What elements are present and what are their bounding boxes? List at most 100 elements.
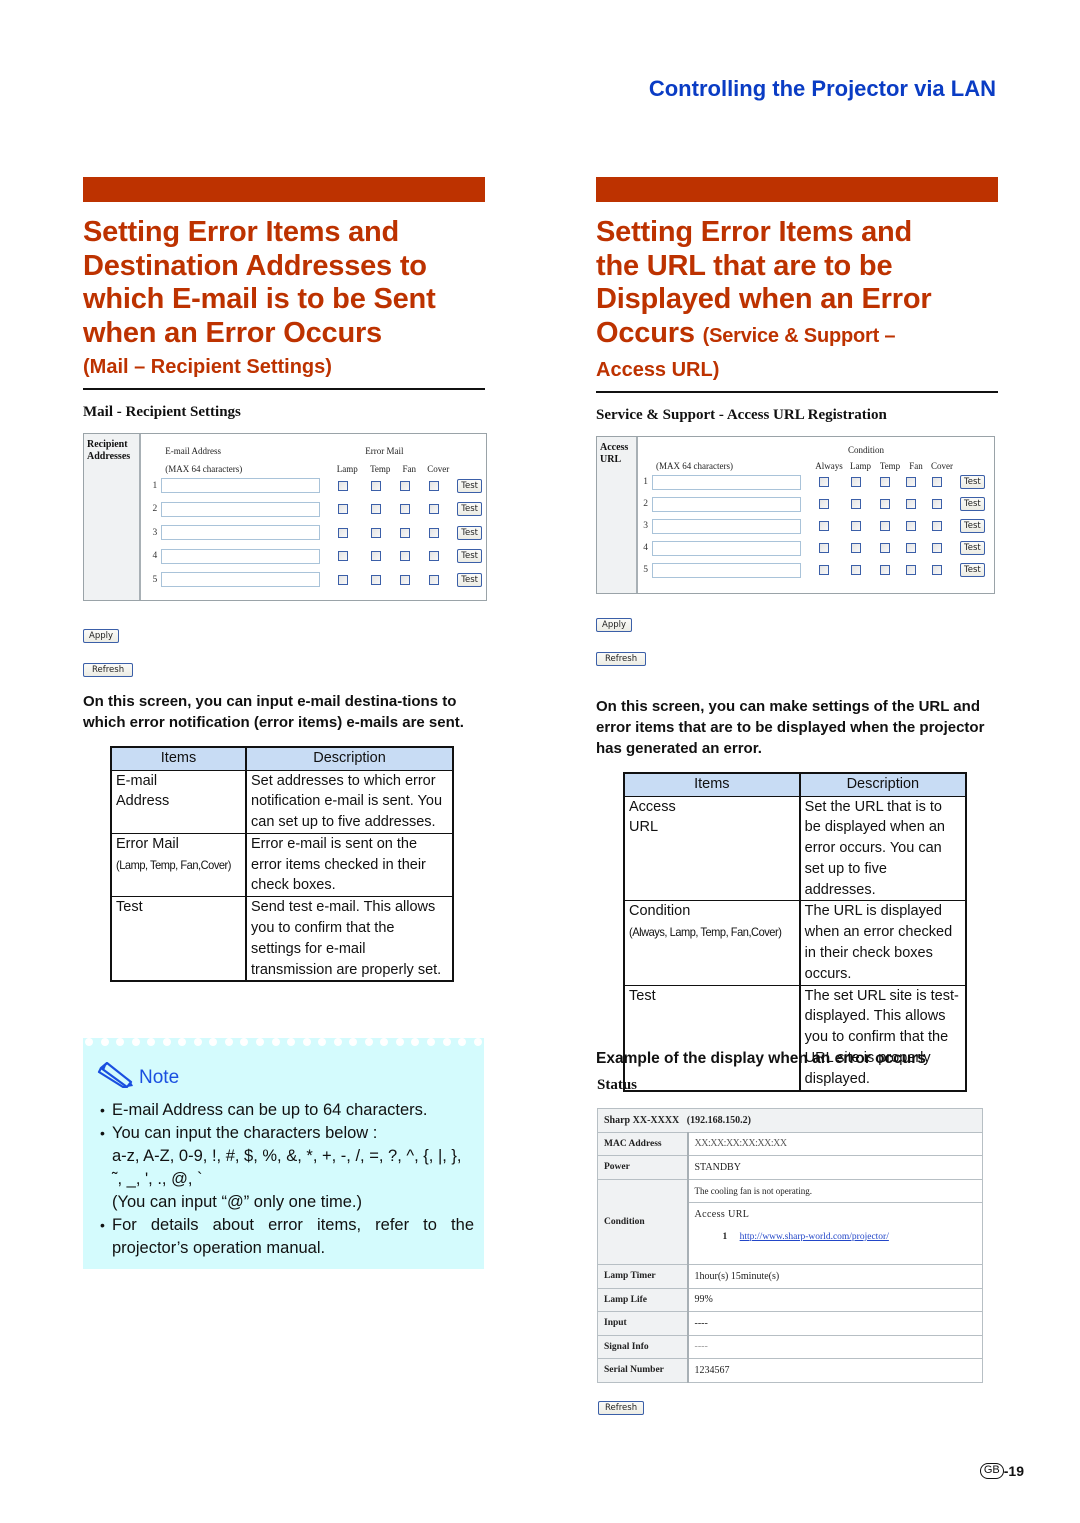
email-address-input[interactable] — [161, 478, 321, 494]
item-options: (Lamp, Temp, Fan,Cover) — [116, 857, 231, 872]
test-button[interactable]: Test — [960, 475, 985, 489]
checkbox-cover[interactable] — [429, 574, 440, 585]
col-temp-label: Temp — [370, 464, 391, 474]
status-row: Signal Info ---- — [597, 1334, 983, 1359]
access-url-input[interactable] — [652, 540, 801, 556]
checkbox-temp[interactable] — [880, 565, 890, 575]
checkbox-fan[interactable] — [400, 504, 411, 515]
test-button[interactable]: Test — [457, 525, 482, 540]
title-line: the URL that are to be — [596, 249, 893, 282]
checkbox-fan[interactable] — [906, 477, 916, 487]
checkbox-lamp[interactable] — [338, 480, 349, 491]
checkbox-lamp[interactable] — [338, 504, 349, 515]
checkbox-temp[interactable] — [371, 527, 382, 538]
checkbox-always[interactable] — [819, 521, 829, 531]
checkbox-lamp[interactable] — [850, 521, 861, 531]
row-number: 3 — [643, 521, 648, 531]
page-num: -19 — [1003, 1463, 1024, 1479]
email-address-input[interactable] — [161, 572, 321, 588]
checkbox-cell — [392, 574, 418, 585]
checkbox-temp[interactable] — [880, 543, 890, 553]
access-url-input[interactable] — [652, 562, 801, 578]
checkbox-cell — [841, 477, 870, 487]
checkbox-cell — [418, 480, 450, 491]
email-address-input[interactable] — [161, 548, 321, 564]
item-cell: Test — [110, 896, 247, 983]
checkbox-lamp[interactable] — [850, 499, 861, 509]
checkbox-temp[interactable] — [371, 551, 382, 562]
test-button[interactable]: Test — [960, 497, 985, 511]
apply-button[interactable]: Apply — [596, 618, 632, 632]
checkbox-temp[interactable] — [880, 499, 890, 509]
checkbox-cover[interactable] — [932, 477, 942, 487]
checkbox-cover[interactable] — [429, 480, 440, 491]
email-address-input[interactable] — [161, 525, 321, 541]
divider — [596, 391, 998, 393]
note-item: For details about error items, refer to … — [100, 1214, 474, 1260]
checkbox-temp[interactable] — [880, 521, 890, 531]
status-refresh-button[interactable]: Refresh — [598, 1401, 645, 1415]
access-url-input[interactable] — [652, 496, 801, 512]
checkbox-lamp[interactable] — [338, 574, 349, 585]
checkbox-lamp[interactable] — [338, 551, 349, 562]
test-button[interactable]: Test — [960, 541, 985, 555]
status-value: STANDBY — [687, 1155, 983, 1180]
checkbox-fan[interactable] — [906, 521, 916, 531]
col-cover-label: Cover — [427, 464, 450, 474]
checkbox-cover[interactable] — [932, 543, 942, 553]
checkbox-temp[interactable] — [371, 574, 382, 585]
web-form-heading: Service & Support - Access URL Registrat… — [596, 407, 887, 423]
checkbox-fan[interactable] — [400, 480, 411, 491]
note-item-at-once: (You can input “@” only one time.) — [112, 1193, 363, 1211]
refresh-button[interactable]: Refresh — [83, 663, 134, 677]
checkbox-cell — [418, 574, 450, 585]
checkbox-always[interactable] — [819, 543, 829, 553]
checkbox-lamp[interactable] — [850, 565, 861, 575]
test-button[interactable]: Test — [457, 478, 482, 493]
apply-button[interactable]: Apply — [83, 629, 119, 643]
checkbox-cover[interactable] — [932, 565, 942, 575]
checkbox-always[interactable] — [819, 565, 829, 575]
test-button[interactable]: Test — [457, 572, 482, 587]
checkbox-cover[interactable] — [429, 504, 440, 515]
access-url-input[interactable] — [652, 474, 801, 490]
item-name: Test — [629, 987, 656, 1004]
side-label-line: Addresses — [87, 451, 131, 462]
checkbox-cover[interactable] — [429, 527, 440, 538]
checkbox-fan[interactable] — [906, 543, 916, 553]
checkbox-temp[interactable] — [371, 504, 382, 515]
checkbox-fan[interactable] — [400, 551, 411, 562]
refresh-button[interactable]: Refresh — [596, 652, 647, 666]
test-button[interactable]: Test — [960, 519, 985, 533]
checkbox-fan[interactable] — [400, 574, 411, 585]
checkbox-lamp[interactable] — [850, 477, 861, 487]
refresh-row: Refresh — [596, 648, 998, 666]
test-button[interactable]: Test — [457, 502, 482, 517]
checkbox-cell — [841, 543, 870, 553]
subtitle-inline: (Service & Support – — [702, 324, 896, 347]
status-row: Lamp Life 99% — [597, 1287, 983, 1312]
checkbox-always[interactable] — [819, 477, 829, 487]
checkbox-temp[interactable] — [371, 480, 382, 491]
access-url-link[interactable]: http://www.sharp-world.com/projector/ — [740, 1232, 889, 1242]
access-url-input[interactable] — [652, 518, 801, 534]
checkbox-fan[interactable] — [906, 499, 916, 509]
checkbox-fan[interactable] — [906, 565, 916, 575]
checkbox-lamp[interactable] — [338, 527, 349, 538]
checkbox-cover[interactable] — [932, 521, 942, 531]
checkbox-cover[interactable] — [429, 551, 440, 562]
access-url-row: 3 Test — [642, 515, 990, 537]
email-address-input[interactable] — [161, 501, 321, 517]
checkbox-cover[interactable] — [932, 499, 942, 509]
checkbox-cell — [418, 527, 450, 538]
checkbox-lamp[interactable] — [850, 543, 861, 553]
checkbox-temp[interactable] — [880, 477, 890, 487]
table-row: Access URL Set the URL that is to be displ… — [623, 795, 968, 901]
access-url-row: 4 Test — [642, 537, 990, 559]
pencil-icon — [97, 1061, 135, 1093]
items-table-left: Items Description E-mail Address Set addre… — [110, 746, 454, 983]
checkbox-fan[interactable] — [400, 527, 411, 538]
test-button[interactable]: Test — [960, 563, 985, 577]
checkbox-always[interactable] — [819, 499, 829, 509]
test-button[interactable]: Test — [457, 549, 482, 564]
